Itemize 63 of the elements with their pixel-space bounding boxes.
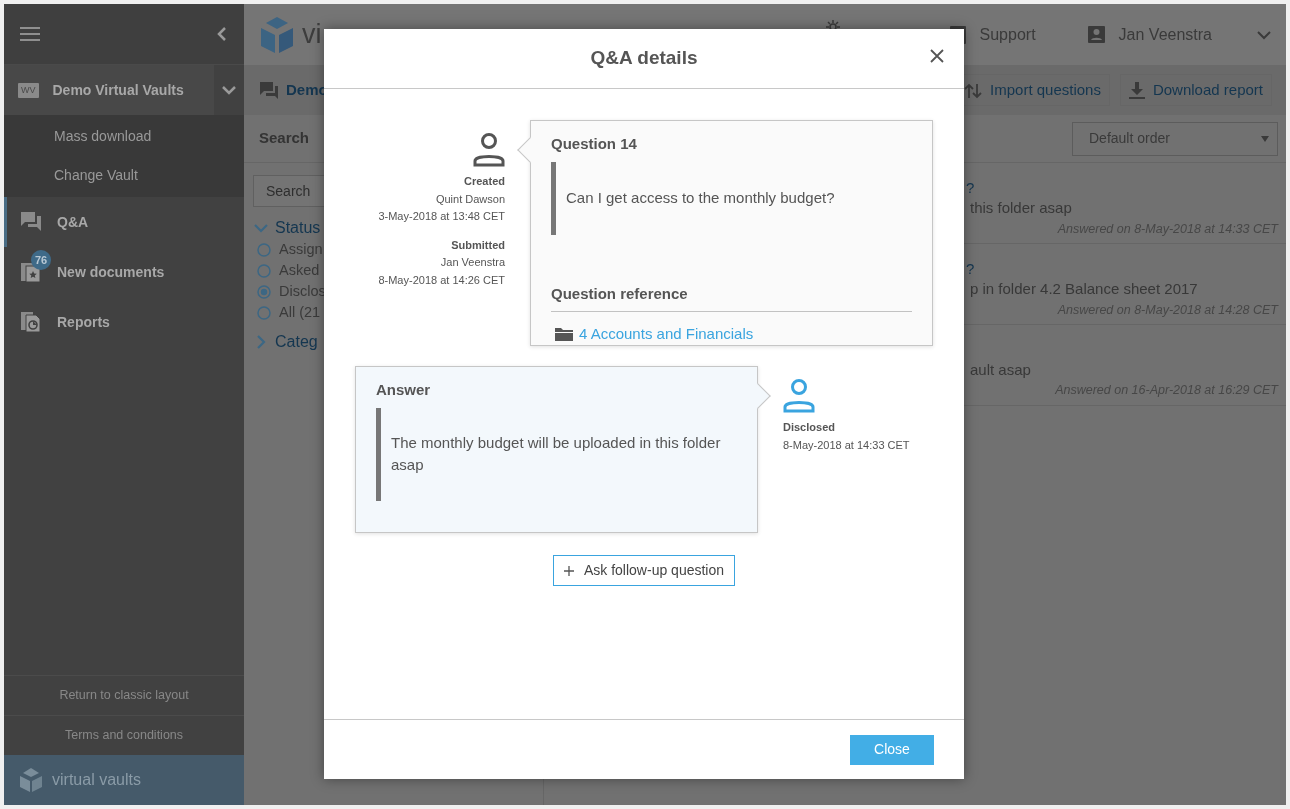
person-name: Quint Dawson	[435, 191, 505, 207]
event-label: Disclosed	[783, 420, 835, 435]
event-time: 8-May-2018 at 14:33 CET	[783, 437, 910, 453]
card-heading: Question 14	[551, 134, 638, 154]
answer-text: p in folder 4.2 Balance sheet 2017	[969, 279, 1199, 299]
question-title[interactable]: ?	[966, 177, 1278, 197]
filter-option[interactable]: Assign	[279, 238, 323, 261]
answer-text: ault asap	[969, 359, 1032, 380]
event-time: 3-May-2018 at 13:48 CET	[378, 209, 505, 224]
user-name[interactable]: Jan Veenstra	[1118, 22, 1212, 47]
radio-button[interactable]	[257, 305, 271, 320]
filter-option[interactable]: Asked	[279, 259, 320, 282]
sidebar-subitem[interactable]: Change Vault	[4, 156, 244, 195]
answer-text: this folder asap	[969, 198, 1073, 218]
filter-group[interactable]: Status	[275, 216, 321, 240]
question-text: Can I get access to the monthly budget?	[566, 187, 835, 208]
support-link[interactable]: Support	[979, 22, 1036, 47]
section-heading: Question reference	[551, 282, 912, 312]
footer-link[interactable]: Return to classic layout	[59, 686, 189, 705]
answer-text: The monthly budget will be uploaded in this folder asap	[391, 433, 722, 475]
filter-group[interactable]: Categ	[275, 330, 318, 354]
follow-up-button[interactable]: Ask follow-up question	[552, 555, 736, 586]
vault-name: Demo Virtual Vaults	[52, 80, 184, 100]
folder-link[interactable]: 4 Accounts and Financials	[579, 323, 754, 346]
brand-name: virtual vaults	[52, 770, 141, 790]
question-title[interactable]: ?	[966, 258, 1278, 278]
person-name: Jan Veenstra	[440, 255, 505, 270]
event-label: Created	[464, 174, 505, 189]
close-icon	[930, 49, 944, 63]
person-icon	[473, 133, 505, 167]
user-card-icon	[1087, 26, 1105, 43]
event-time: 8-May-2018 at 14:26 CET	[378, 272, 505, 288]
radio-button[interactable]	[257, 284, 271, 299]
plus-icon	[563, 565, 574, 576]
cube-logo-icon	[258, 15, 296, 54]
sort-arrows-icon	[964, 81, 983, 99]
sidebar-item[interactable]: Reports	[4, 297, 244, 347]
menu-icon[interactable]	[20, 26, 40, 42]
close-button[interactable]: Close	[850, 734, 934, 765]
search-label: Search	[259, 128, 310, 149]
count-badge: 76	[31, 250, 51, 270]
sidebar-item[interactable]: New documents 76	[4, 247, 244, 297]
vault-selector[interactable]: WV Demo Virtual Vaults	[4, 65, 214, 115]
close-button[interactable]	[930, 49, 944, 63]
brand-name: vi	[302, 18, 322, 52]
download-icon	[1128, 81, 1145, 99]
chat-icon	[21, 211, 43, 233]
folder-icon	[555, 327, 573, 342]
sidebar-subitem[interactable]: Mass download	[4, 117, 244, 156]
vault-logo: WV	[18, 82, 39, 98]
radio-button[interactable]	[257, 263, 271, 278]
dialog-title: Q&A details	[590, 46, 698, 71]
footer-link[interactable]: Terms and conditions	[64, 726, 184, 745]
event-label: Submitted	[451, 237, 505, 253]
chat-icon	[260, 81, 278, 99]
report-icon	[21, 311, 43, 333]
caret-icon	[1261, 135, 1269, 142]
cube-logo-icon	[18, 767, 44, 793]
card-heading: Answer	[376, 380, 432, 400]
filter-option[interactable]: Disclos	[279, 280, 326, 303]
download-button[interactable]: Download report	[1119, 74, 1272, 106]
radio-button[interactable]	[257, 242, 271, 257]
person-icon	[783, 379, 815, 413]
